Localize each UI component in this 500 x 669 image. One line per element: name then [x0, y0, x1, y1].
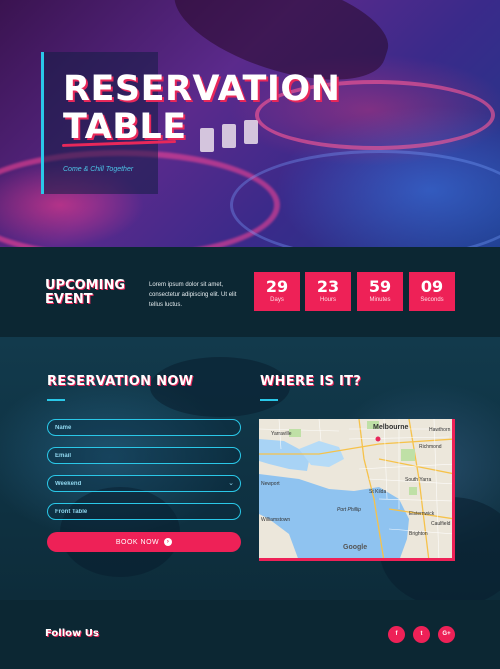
countdown-seconds: 09 Seconds [409, 272, 455, 311]
location-title: WHERE IS IT? [260, 374, 362, 389]
google-plus-icon[interactable]: G+ [438, 626, 455, 643]
book-now-label: BOOK NOW [115, 538, 160, 546]
hero-title-line1: RESERVATION [63, 69, 341, 109]
countdown-days: 29 Days [254, 272, 300, 311]
map-label: Caulfield [431, 521, 451, 527]
map-label: Yarraville [271, 431, 292, 437]
date-select-value[interactable] [48, 476, 240, 491]
map-label: Hawthorn [429, 427, 451, 433]
event-title-line1: UPCOMING [45, 278, 125, 293]
event-description: Lorem ipsum dolor sit amet, consectetur … [149, 282, 237, 308]
countdown-unit: Hours [319, 297, 336, 303]
turntable-glow [230, 150, 500, 247]
map-label: Port Phillip [337, 507, 361, 513]
map-label: Melbourne [373, 424, 409, 431]
email-input[interactable] [48, 448, 240, 463]
name-field[interactable] [47, 419, 241, 436]
chevron-down-icon: ⌄ [228, 480, 234, 487]
table-field[interactable] [47, 503, 241, 520]
hero-title: RESERVATION TABLE [63, 70, 340, 146]
map-label: Richmond [419, 444, 442, 450]
countdown-value: 29 [265, 277, 289, 296]
map-label: South Yarra [405, 477, 432, 483]
upcoming-event-bar: UPCOMING EVENT Lorem ipsum dolor sit ame… [0, 247, 500, 337]
date-select[interactable]: ⌄ [47, 475, 241, 492]
map-label: Williamstown [261, 517, 291, 523]
name-input[interactable] [48, 420, 240, 435]
hero-section: RESERVATION TABLE Come & Chill Together [0, 0, 500, 247]
footer: Follow Us f t G+ [0, 600, 500, 669]
follow-us-label: Follow Us [45, 628, 99, 639]
map-label: Newport [261, 481, 280, 487]
facebook-icon[interactable]: f [388, 626, 405, 643]
location-map[interactable]: Melbourne Yarraville Williamstown Newpor… [259, 419, 455, 561]
map-graphic [259, 419, 452, 558]
table-input[interactable] [48, 504, 240, 519]
event-title: UPCOMING EVENT [45, 279, 125, 307]
map-label: Brighton [409, 531, 428, 537]
map-google-logo: Google [343, 544, 368, 551]
countdown-unit: Seconds [420, 297, 444, 303]
email-field[interactable] [47, 447, 241, 464]
countdown-minutes: 59 Minutes [357, 272, 403, 311]
countdown-hours: 23 Hours [305, 272, 351, 311]
countdown-value: 59 [368, 277, 392, 296]
event-title-line2: EVENT [45, 292, 93, 307]
map-label: Elsternwick [409, 511, 435, 517]
book-now-button[interactable]: BOOK NOW › [47, 532, 241, 552]
countdown-unit: Minutes [369, 297, 391, 303]
location-title-accent [260, 399, 278, 401]
countdown-value: 23 [316, 277, 340, 296]
countdown-unit: Days [270, 297, 284, 303]
reservation-title-accent [47, 399, 65, 401]
twitter-icon[interactable]: t [413, 626, 430, 643]
countdown-value: 09 [420, 277, 444, 296]
reservation-title: RESERVATION NOW [47, 374, 194, 389]
reservation-section: RESERVATION NOW ⌄ BOOK NOW › WHERE IS IT… [0, 337, 500, 600]
hero-subtitle: Come & Chill Together [63, 166, 134, 173]
map-label: St Kilda [369, 489, 387, 495]
arrow-right-circle-icon: › [164, 538, 173, 546]
